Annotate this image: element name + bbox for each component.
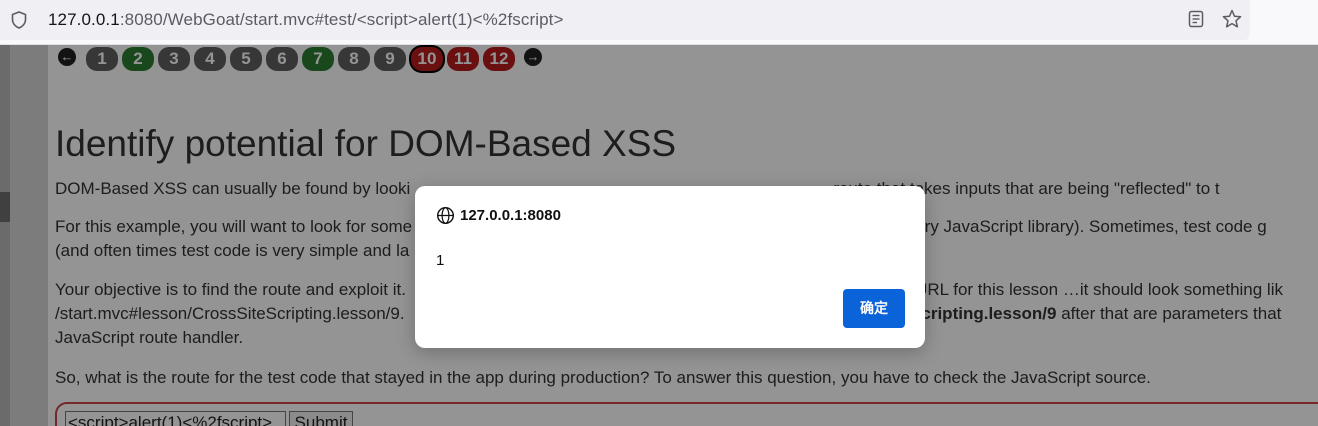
url-host: 127.0.0.1	[48, 10, 120, 29]
url-path: :8080/WebGoat/start.mvc#test/<script>ale…	[119, 10, 564, 29]
url-text[interactable]: 127.0.0.1:8080/WebGoat/start.mvc#test/<s…	[48, 10, 564, 30]
globe-icon	[436, 206, 455, 225]
dialog-message: 1	[436, 252, 445, 269]
shield-icon[interactable]	[9, 10, 29, 30]
ok-button[interactable]: 确定	[843, 289, 905, 328]
address-bar[interactable]: 127.0.0.1:8080/WebGoat/start.mvc#test/<s…	[0, 0, 1250, 40]
reader-view-icon[interactable]	[1186, 9, 1206, 29]
alert-dialog: 127.0.0.1:8080 1 确定	[415, 186, 925, 348]
browser-toolbar: 127.0.0.1:8080/WebGoat/start.mvc#test/<s…	[0, 0, 1318, 45]
bookmark-star-icon[interactable]	[1221, 8, 1243, 30]
dialog-origin: 127.0.0.1:8080	[460, 207, 561, 224]
